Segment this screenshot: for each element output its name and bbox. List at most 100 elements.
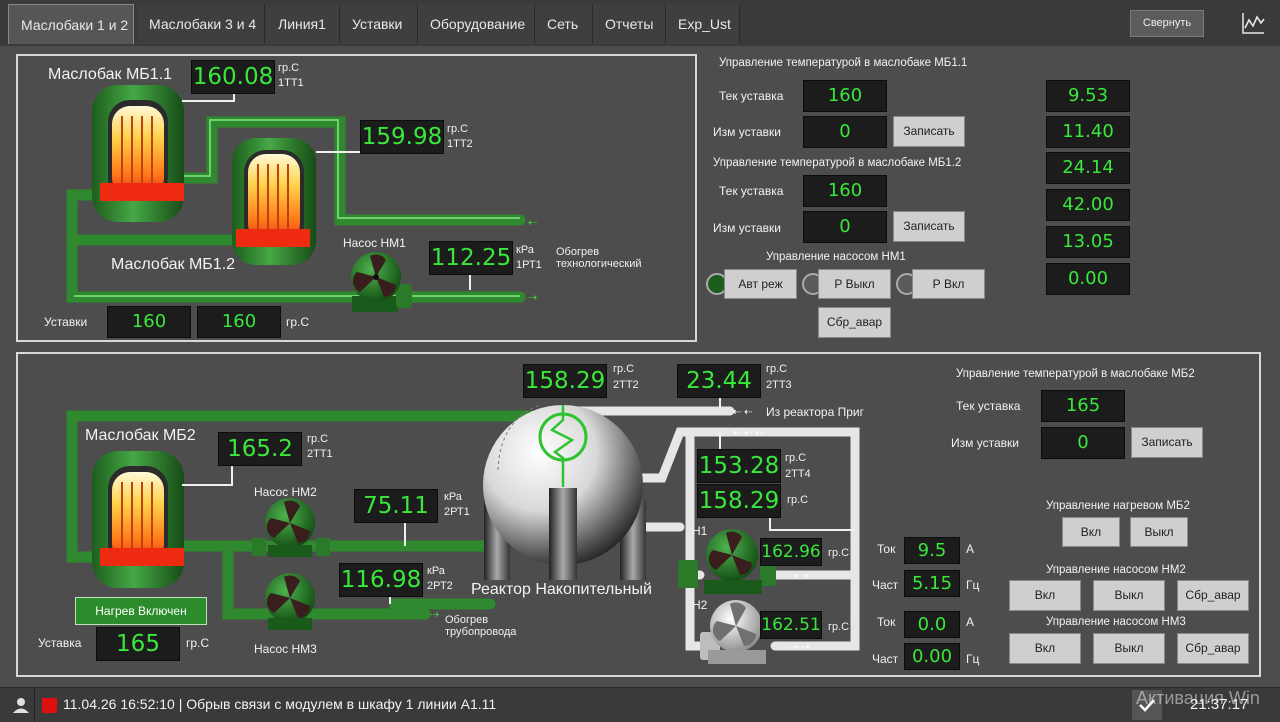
nm2-reset-button[interactable]: Сбр_авар [1177, 580, 1249, 611]
value-display-4: 42.00 [1046, 189, 1130, 221]
pump-h2-label: Н2 [692, 598, 708, 612]
pump-h1-label: Н1 [692, 524, 708, 538]
setpoint1-display: 160 [107, 306, 191, 338]
tank-mb12-graphic [232, 138, 316, 265]
from-reactor-label: Из реактора Приг [766, 405, 864, 419]
nm1-reset-button[interactable]: Сбр_авар [818, 307, 891, 338]
tt1-display: 160.08 [191, 60, 275, 94]
value-display-3: 24.14 [1046, 152, 1130, 184]
b-tt3-display: 23.44 [677, 364, 761, 398]
b-t5-display: 158.29 [697, 484, 781, 518]
tank-mb11-graphic [92, 85, 184, 222]
h1-current-label: Ток [877, 542, 896, 556]
ctrl-mb12-write-button[interactable]: Записать [893, 211, 965, 242]
value-display-1: 9.53 [1046, 80, 1130, 112]
h2-temp-display: 162.51 [760, 611, 822, 639]
ctrl-mb2-change-label: Изм уставки [951, 436, 1019, 450]
nm1-auto-button[interactable]: Авт реж [724, 269, 797, 299]
b-pt2-tag: 2РТ2 [427, 580, 453, 592]
h2-temp-unit: гр.С [828, 621, 850, 633]
pt1-unit: кРа [516, 244, 534, 256]
b-setpoint-unit: гр.С [186, 636, 210, 650]
tt2-unit: гр.С [447, 123, 469, 135]
h1-current-display: 9.5 [904, 537, 960, 564]
value-display-6: 0.00 [1046, 263, 1130, 295]
nm2-on-button[interactable]: Вкл [1009, 580, 1081, 611]
alarm-message[interactable]: 11.04.26 16:52:10 | Обрыв связи с модуле… [63, 696, 496, 712]
status-bar: 11.04.26 16:52:10 | Обрыв связи с модуле… [0, 687, 1280, 722]
reactor-label: Реактор Накопительный [471, 581, 652, 598]
b-pt2-display: 116.98 [339, 563, 423, 597]
nm1-off-button[interactable]: Р Выкл [818, 269, 891, 299]
h1-current-unit: А [966, 542, 975, 556]
h1-temp-display: 162.96 [760, 538, 822, 566]
b-tt4-tag: 2ТТ4 [785, 468, 811, 480]
pt1-tag: 1РТ1 [516, 259, 542, 271]
nm3-off-button[interactable]: Выкл [1093, 633, 1165, 664]
ctrl-mb12-cur-display: 160 [803, 175, 887, 207]
ctrl-mb11-cur-display: 160 [803, 80, 887, 112]
pump-nm2-label: Насос НМ2 [254, 485, 317, 499]
ctrl-mb11-setpoint-input[interactable]: 0 [803, 116, 887, 148]
ctrl-mb2-write-button[interactable]: Записать [1131, 427, 1203, 458]
status-divider [34, 688, 35, 722]
b-pt1-tag: 2РТ1 [444, 506, 470, 518]
b-tt4-display: 153.28 [697, 449, 781, 483]
tt2-tag: 1ТТ2 [447, 138, 473, 150]
tt2-display: 159.98 [360, 120, 444, 154]
clock: 21:37:17 [1190, 696, 1249, 713]
h2-freq-unit: Гц [966, 652, 980, 666]
b-tt1-tag: 2ТТ1 [307, 448, 333, 460]
ctrl-mb2-title: Управление температурой в маслобаке МБ2 [956, 368, 1195, 380]
pump-nm1-label: Насос НМ1 [343, 236, 406, 250]
ctrl-mb12-title: Управление температурой в маслобаке МБ1.… [713, 157, 962, 169]
value-display-5: 13.05 [1046, 226, 1130, 258]
h2-freq-label: Част [872, 652, 899, 666]
ctrl-mb11-title: Управление температурой в маслобаке МБ1.… [719, 57, 968, 69]
setpoint-unit: гр.С [286, 315, 310, 329]
tank-mb11-title: Маслобак МБ1.1 [48, 66, 173, 83]
setpoint-label: Уставка [38, 636, 82, 650]
pt1-display: 112.25 [429, 241, 513, 275]
heat-off-button[interactable]: Выкл [1130, 517, 1188, 547]
nm3-ctrl-title: Управление насосом НМ3 [1046, 616, 1186, 628]
b-tt3-unit: гр.С [766, 363, 788, 375]
setpoints-label: Уставки [44, 315, 88, 329]
ctrl-mb11-change-label: Изм уставки [713, 125, 781, 139]
h1-temp-unit: гр.С [828, 547, 850, 559]
b-tt3-tag: 2ТТ3 [766, 379, 792, 391]
nm3-on-button[interactable]: Вкл [1009, 633, 1081, 664]
flow-arrow-icon: ⇢ [528, 292, 537, 304]
h2-freq-display: 0.00 [904, 643, 960, 670]
ctrl-mb11-cur-label: Тек уставка [719, 89, 784, 103]
nm2-off-button[interactable]: Выкл [1093, 580, 1165, 611]
nm1-on-button[interactable]: Р Вкл [912, 269, 985, 299]
tank-mb12-title: Маслобак МБ1.2 [111, 256, 236, 273]
h1-freq-unit: Гц [966, 578, 980, 592]
alarm-indicator-icon [42, 698, 57, 713]
ctrl-mb12-change-label: Изм уставки [713, 221, 781, 235]
ctrl-mb12-cur-label: Тек уставка [719, 184, 784, 198]
ctrl-mb11-write-button[interactable]: Записать [893, 116, 965, 147]
heat-ctrl-title: Управление нагревом МБ2 [1046, 500, 1190, 512]
user-icon[interactable] [12, 696, 30, 714]
ctrl-mb12-setpoint-input[interactable]: 0 [803, 211, 887, 243]
b-setpoint-display: 165 [96, 627, 180, 661]
nm2-ctrl-title: Управление насосом НМ2 [1046, 564, 1186, 576]
tank-mb2-title: Маслобак МБ2 [85, 427, 196, 444]
ctrl-mb2-setpoint-input[interactable]: 0 [1041, 427, 1125, 459]
setpoint2-display: 160 [197, 306, 281, 338]
heat-on-button[interactable]: Вкл [1062, 517, 1120, 547]
ctrl-mb2-cur-label: Тек уставка [956, 399, 1021, 413]
pump-nm3-label: Насос НМ3 [254, 642, 317, 656]
h2-current-unit: А [966, 615, 975, 629]
b-tt2-unit: гр.С [613, 363, 635, 375]
nm3-reset-button[interactable]: Сбр_авар [1177, 633, 1249, 664]
b-t5-unit: гр.С [787, 494, 809, 506]
tt1-unit: гр.С [278, 62, 300, 74]
value-display-2: 11.40 [1046, 116, 1130, 148]
h1-freq-label: Част [872, 578, 899, 592]
b-tt4-unit: гр.С [785, 452, 807, 464]
ctrl-mb2-cur-display: 165 [1041, 390, 1125, 422]
heating-label-top-2: технологический [556, 258, 642, 270]
